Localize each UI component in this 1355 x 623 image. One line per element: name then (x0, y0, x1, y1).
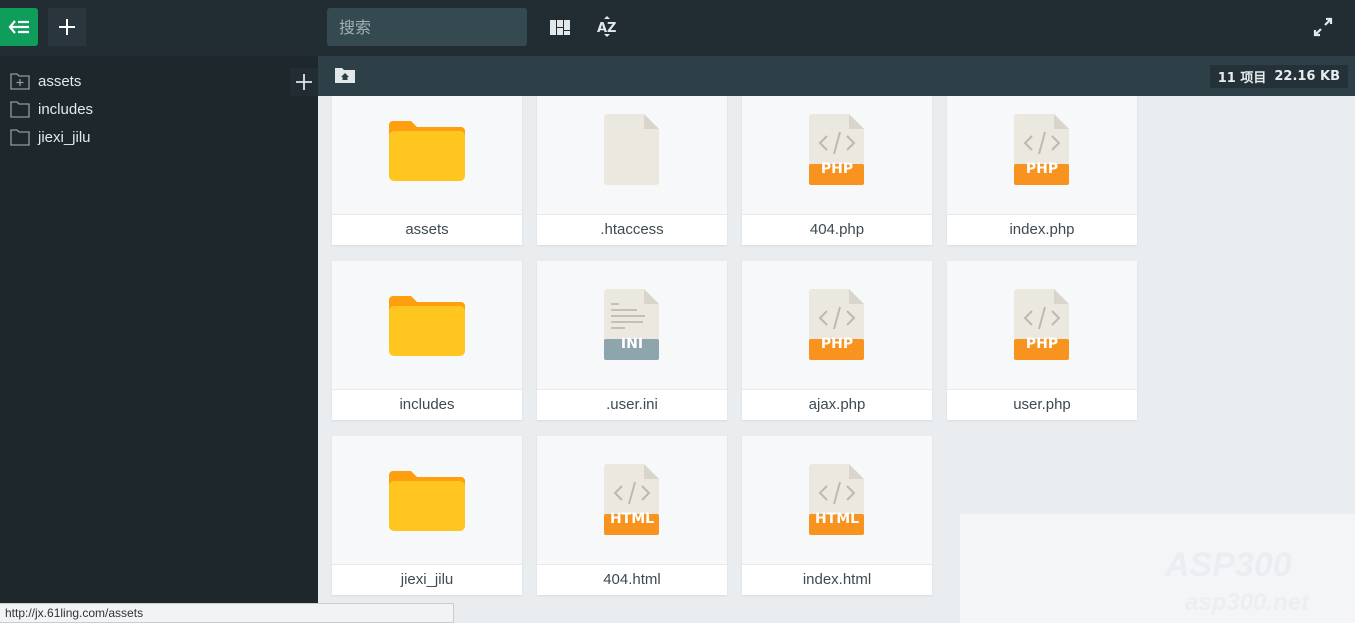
sort-button[interactable]: AZ (594, 14, 620, 40)
file-thumbnail (537, 96, 727, 214)
file-thumbnail (332, 261, 522, 389)
search-input[interactable] (327, 8, 527, 46)
file-type-badge: INI (620, 336, 644, 352)
file-type-badge: PHP (1025, 161, 1059, 177)
layout-grid-icon (550, 19, 570, 35)
file-icon (604, 114, 659, 185)
watermark-url: asp300.net (1185, 589, 1310, 616)
file-thumbnail (947, 96, 1137, 214)
file-thumbnail (332, 436, 522, 564)
file-name: 404.html (537, 564, 727, 595)
tree-item-jiexi-jilu[interactable]: jiexi_jilu (10, 126, 91, 148)
file-name: user.php (947, 389, 1137, 420)
item-count: 11 项目 (1217, 71, 1267, 86)
add-button[interactable] (48, 8, 86, 46)
home-button[interactable] (334, 66, 356, 84)
folder-plus-icon (10, 72, 30, 90)
file-type-badge: HTML (814, 511, 860, 527)
file-card[interactable]: PHP ajax.php (742, 261, 932, 420)
file-type-badge: PHP (820, 161, 854, 177)
file-thumbnail (537, 261, 727, 389)
toggle-sidebar-button[interactable] (0, 8, 38, 46)
file-type-badge: PHP (1025, 336, 1059, 352)
tree-item-includes[interactable]: includes (10, 98, 93, 120)
sidebar-add-button[interactable] (290, 68, 318, 96)
home-folder-icon (335, 68, 355, 83)
breadcrumb-toolbar: 11 项目 22.16 KB (318, 56, 1355, 96)
layout-toggle-button[interactable] (547, 16, 573, 38)
file-thumbnail (332, 96, 522, 214)
file-card[interactable]: PHP index.php (947, 96, 1137, 245)
file-card[interactable]: PHP 404.php (742, 96, 932, 245)
tree-item-assets[interactable]: assets (10, 70, 81, 92)
folder-icon (389, 471, 465, 531)
file-card[interactable]: HTML index.html (742, 436, 932, 595)
file-thumbnail (742, 261, 932, 389)
watermark-text: ASP300 (1165, 546, 1292, 584)
file-card[interactable]: jiexi_jilu (332, 436, 522, 595)
file-card[interactable]: HTML 404.html (537, 436, 727, 595)
tree-item-label: jiexi_jilu (38, 128, 91, 146)
folder-icon (389, 121, 465, 181)
file-card[interactable]: .htaccess (537, 96, 727, 245)
file-name: index.php (947, 214, 1137, 245)
folder-info-badge: 11 项目 22.16 KB (1209, 65, 1348, 88)
total-size: 22.16 KB (1274, 69, 1340, 84)
fullscreen-button[interactable] (1311, 15, 1335, 39)
folder-tree-sidebar: assets includes jiexi_jilu (0, 56, 318, 623)
file-name: includes (332, 389, 522, 420)
expand-icon (1313, 17, 1333, 37)
watermark: ASP300 asp300.net (960, 514, 1355, 623)
file-name: jiexi_jilu (332, 564, 522, 595)
status-bar-url: http://jx.61ling.com/assets (0, 603, 454, 623)
tree-item-label: assets (38, 72, 82, 90)
file-thumbnail (947, 261, 1137, 389)
file-thumbnail (742, 96, 932, 214)
file-card[interactable]: INI .user.ini (537, 261, 727, 420)
file-card[interactable]: assets (332, 96, 522, 245)
plus-icon (296, 74, 312, 90)
file-name: ajax.php (742, 389, 932, 420)
file-card[interactable]: PHP user.php (947, 261, 1137, 420)
file-thumbnail (742, 436, 932, 564)
file-card[interactable]: includes (332, 261, 522, 420)
folder-icon (389, 296, 465, 356)
file-thumbnail (537, 436, 727, 564)
file-name: .htaccess (537, 214, 727, 245)
folder-icon (10, 128, 30, 146)
plus-icon (59, 19, 75, 35)
top-bar: AZ (0, 0, 1355, 56)
sort-az-icon: AZ (597, 16, 617, 37)
svg-text:AZ: AZ (597, 21, 617, 36)
file-name: assets (332, 214, 522, 245)
file-name: index.html (742, 564, 932, 595)
tree-item-label: includes (38, 100, 94, 118)
folder-icon (10, 100, 30, 118)
file-name: 404.php (742, 214, 932, 245)
file-type-badge: PHP (820, 336, 854, 352)
file-type-badge: HTML (609, 511, 655, 527)
menu-collapse-icon (8, 20, 29, 34)
file-name: .user.ini (537, 389, 727, 420)
